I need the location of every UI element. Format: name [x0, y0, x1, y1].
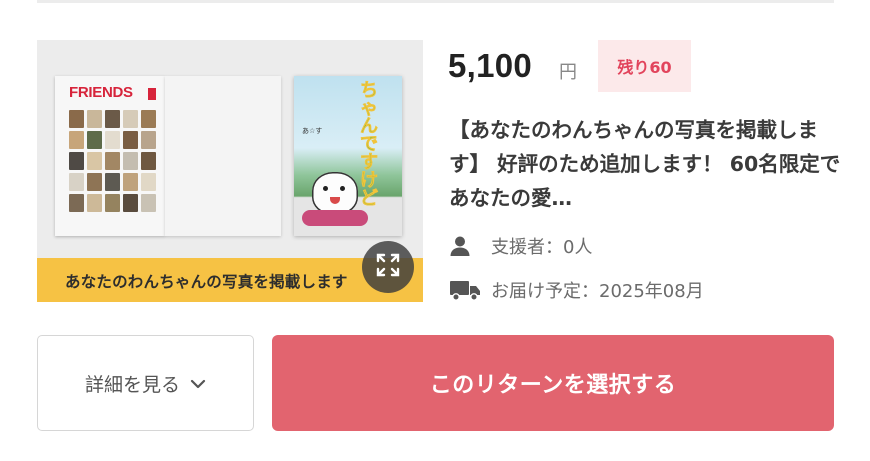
chevron-down-icon: [190, 372, 206, 394]
truck-icon: [449, 277, 483, 303]
currency-unit: 円: [559, 62, 577, 83]
delivery-row: お届け予定：2025年08月: [449, 277, 704, 303]
person-icon: [449, 233, 483, 259]
blank-book-page: [165, 76, 281, 236]
expand-icon: [375, 252, 401, 282]
book-cover: あ☆す ちゃんですけど: [294, 76, 402, 236]
book-title-tag: [148, 88, 156, 100]
reward-price: 5,100: [448, 47, 533, 84]
supporters-count: 支援者：0人: [491, 237, 593, 258]
top-divider: [37, 0, 834, 3]
cover-author: あ☆す: [302, 127, 323, 135]
reward-description: 【あなたのわんちゃんの写真を掲載します】 好評のため追加します！ 60名限定であ…: [449, 118, 841, 210]
details-label: 詳細を見る: [84, 373, 180, 396]
remaining-badge: 残り60: [598, 40, 691, 92]
product-image[interactable]: FRIENDS あ☆す ちゃんですけど あなたのわんちゃんの写真を掲載します: [37, 40, 423, 302]
details-button[interactable]: 詳細を見る: [37, 335, 254, 431]
banner-text: あなたのわんちゃんの写真を掲載します: [65, 273, 348, 291]
photo-book-page: FRIENDS: [55, 76, 165, 236]
select-label: このリターンを選択する: [429, 373, 677, 398]
supporters-row: 支援者：0人: [449, 233, 592, 259]
book-title: FRIENDS: [69, 84, 133, 101]
cover-title: ちゃんですけど: [360, 80, 379, 209]
delivery-date: お届け予定：2025年08月: [491, 281, 704, 302]
dog-illustration: [312, 172, 358, 214]
scarf-illustration: [302, 210, 368, 226]
select-reward-button[interactable]: このリターンを選択する: [272, 335, 834, 431]
expand-image-button[interactable]: [362, 241, 414, 293]
dog-photo-grid: [69, 110, 156, 212]
